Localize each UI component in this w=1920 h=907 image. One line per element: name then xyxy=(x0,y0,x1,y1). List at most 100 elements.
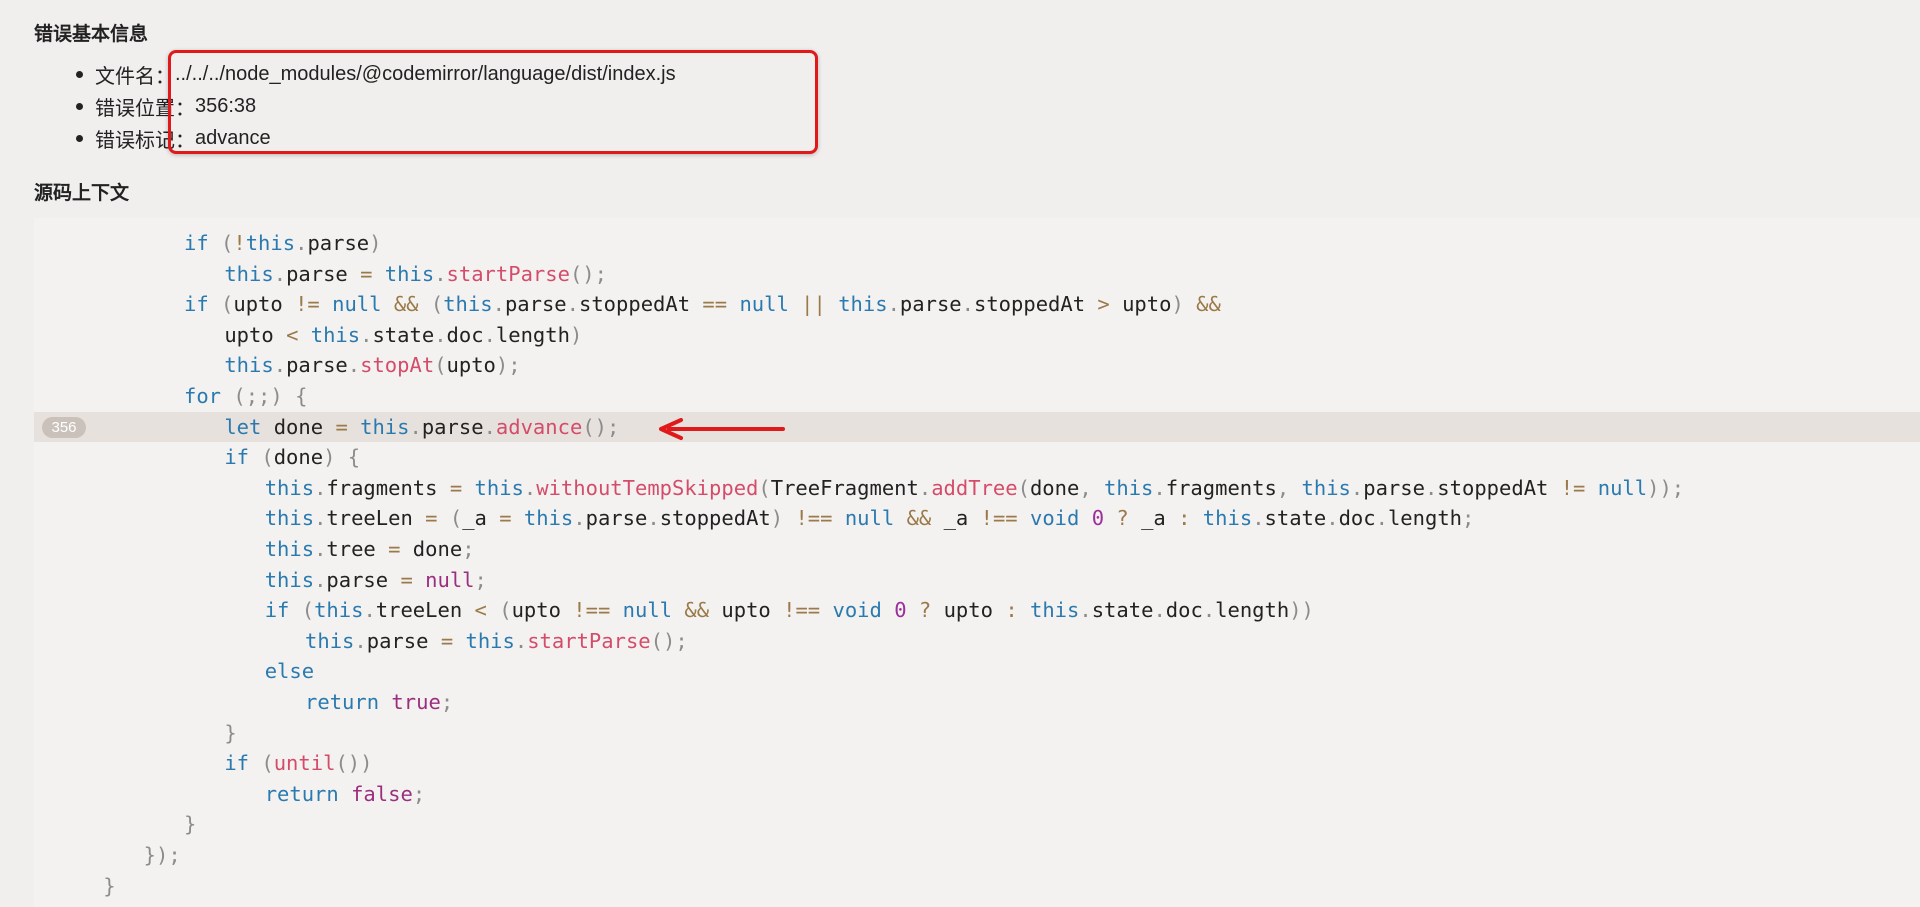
code-token: ; xyxy=(440,690,454,714)
code-token: ) xyxy=(1171,292,1184,317)
code-token: || xyxy=(801,292,826,317)
code-token: !== xyxy=(980,506,1018,531)
source-context-heading: 源码上下文 xyxy=(34,182,130,204)
code-token: . xyxy=(354,628,367,653)
code-token: . xyxy=(918,475,932,500)
code-token: == xyxy=(702,292,728,317)
code-token: } xyxy=(103,873,116,898)
code-token: 0 xyxy=(1091,506,1105,531)
code-token: this xyxy=(462,475,524,500)
code-token: startParse xyxy=(527,628,651,653)
code-line: if (upto != null && (this.parse.stoppedA… xyxy=(34,289,1920,320)
code-token: _a xyxy=(462,506,500,531)
code-line: if (!this.parse) xyxy=(34,228,1920,259)
code-token: )) xyxy=(1289,598,1314,623)
code-token: ( xyxy=(486,598,512,623)
code-token: until xyxy=(273,751,336,776)
code-token: . xyxy=(314,567,327,592)
code-token: if xyxy=(184,231,209,255)
code-token: TreeFragment xyxy=(770,475,919,500)
code-token: advance xyxy=(495,414,583,439)
code-token: . xyxy=(647,506,660,531)
code-token: ; xyxy=(474,567,487,592)
code-token: this xyxy=(264,537,315,561)
code-token: this xyxy=(347,414,410,439)
code-token: upto xyxy=(709,598,784,623)
annotation-arrow-icon xyxy=(659,418,785,440)
code-token: this xyxy=(245,231,296,255)
code-token: ( xyxy=(437,506,463,531)
code-token: !== xyxy=(573,598,611,623)
code-token: . xyxy=(360,322,373,347)
code-token: > xyxy=(1097,292,1110,317)
code-token: this xyxy=(264,506,315,531)
code-token: this xyxy=(1190,506,1253,531)
code-token: null xyxy=(832,506,907,531)
code-token: . xyxy=(1424,475,1438,500)
code-token: false xyxy=(338,781,413,806)
code-token: ; xyxy=(412,781,426,806)
code-token: . xyxy=(314,537,327,561)
code-token: this xyxy=(1301,475,1351,500)
code-token: < xyxy=(286,322,299,347)
code-token: return xyxy=(264,781,339,806)
code-token: = xyxy=(360,261,373,286)
code-token: this xyxy=(1017,598,1080,623)
code-token: length xyxy=(1215,598,1290,623)
code-line: } xyxy=(34,809,1920,840)
code-token: : xyxy=(1005,598,1018,623)
code-token: void xyxy=(1017,506,1092,531)
code-token: . xyxy=(273,261,287,286)
basic-info-heading: 错误基本信息 xyxy=(34,23,149,45)
code-token: parse xyxy=(286,261,361,286)
code-text: upto < this.state.doc.length) xyxy=(224,320,582,351)
code-token: state xyxy=(1264,506,1327,531)
code-token: )); xyxy=(1647,475,1685,500)
code-token: this xyxy=(224,261,274,286)
code-token: parse xyxy=(286,353,348,378)
code-token: . xyxy=(514,628,528,653)
code-token: 0 xyxy=(894,598,907,623)
code-token: null xyxy=(727,292,802,317)
code-token: withoutTempSkipped xyxy=(536,475,759,500)
code-line: this.parse.stopAt(upto); xyxy=(34,350,1920,381)
code-token: parse xyxy=(1363,475,1425,500)
code-token: this xyxy=(453,628,515,653)
code-token: ( xyxy=(208,292,234,317)
code-token: . xyxy=(295,231,308,255)
code-token: ) xyxy=(770,506,784,531)
code-text: } xyxy=(103,871,115,902)
code-text: this.treeLen = (_a = this.parse.stoppedA… xyxy=(265,503,1475,534)
code-token: < xyxy=(474,598,487,623)
code-token: ( xyxy=(418,292,444,317)
annotation-highlight-box xyxy=(168,50,818,154)
code-text: return true; xyxy=(305,687,453,718)
code-token: . xyxy=(1375,506,1388,531)
code-token: ( xyxy=(1017,475,1030,500)
code-token: : xyxy=(1178,506,1191,531)
code-line: this.tree = done; xyxy=(34,534,1920,565)
code-token: length xyxy=(495,322,570,347)
code-token: treeLen xyxy=(326,506,426,531)
code-token: null xyxy=(610,598,685,623)
code-token: this xyxy=(825,292,888,317)
code-token: treeLen xyxy=(375,598,475,623)
code-token: . xyxy=(314,475,327,500)
code-line: upto < this.state.doc.length) xyxy=(34,320,1920,351)
code-text: if (upto != null && (this.parse.stoppedA… xyxy=(184,289,1221,320)
code-token: && xyxy=(1183,292,1221,317)
code-token: done xyxy=(400,537,463,561)
code-token: !== xyxy=(783,506,833,531)
bullet-icon xyxy=(76,102,83,110)
line-number-badge: 356 xyxy=(42,416,86,438)
code-text: if (!this.parse) xyxy=(184,228,382,259)
code-token: && xyxy=(906,506,932,531)
code-text: this.parse.stopAt(upto); xyxy=(224,350,520,381)
code-token: if xyxy=(264,598,290,623)
code-token: . xyxy=(409,414,422,439)
code-token: done xyxy=(273,445,324,470)
code-token: void xyxy=(820,598,895,623)
code-token: !== xyxy=(783,598,821,623)
code-token: . xyxy=(573,506,586,531)
code-token: length xyxy=(1387,506,1463,531)
